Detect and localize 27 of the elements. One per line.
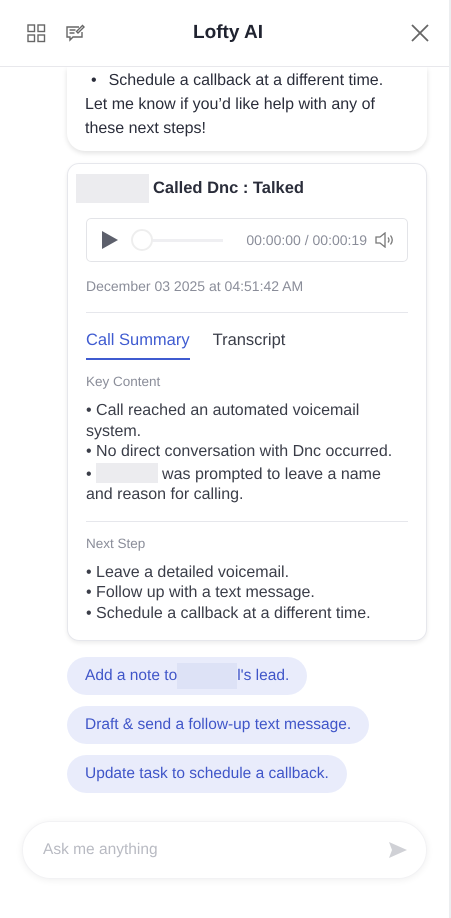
suggestion-chip[interactable]: Draft & send a follow-up text message. bbox=[67, 706, 370, 744]
tab[interactable]: Call Summary bbox=[86, 331, 190, 360]
play-icon[interactable] bbox=[101, 230, 119, 250]
section-heading: Next Step bbox=[86, 536, 146, 550]
ask-field[interactable]: Ask me anything bbox=[22, 821, 427, 879]
suggestion-chip[interactable]: Update task to schedule a callback. bbox=[67, 755, 347, 793]
note-edit-icon[interactable] bbox=[66, 24, 85, 42]
suggestion-chip[interactable]: Add a note to l's lead. bbox=[67, 657, 308, 695]
call-title: Called Dnc : Talked bbox=[153, 178, 304, 198]
bullet-item: • was prompted to leave a name and reason for calling. bbox=[86, 462, 408, 506]
section-heading: Key Content bbox=[86, 374, 162, 389]
list-item: Schedule a callback at a different time. bbox=[108, 71, 384, 91]
bullet-item: • Leave a detailed voicemail. bbox=[86, 562, 290, 582]
bullet-item: • Follow up with a text message. bbox=[86, 583, 316, 603]
bullet-item: • No direct conversation with Dnc occurred. bbox=[86, 442, 394, 462]
bullet-item: • Call reached an automated voicemail system. bbox=[86, 401, 360, 442]
bullet-mark: • bbox=[91, 71, 97, 91]
grid-icon[interactable] bbox=[27, 24, 46, 42]
close-icon[interactable] bbox=[411, 24, 429, 42]
volume-icon[interactable] bbox=[375, 232, 395, 248]
tab[interactable]: Transcript bbox=[212, 331, 286, 360]
bullet-item: • Schedule a callback at a different time. bbox=[86, 604, 372, 624]
call-date: December 03 2025 at 04:51:42 AM bbox=[86, 278, 408, 313]
window-title: Lofty AI bbox=[192, 22, 264, 44]
ask-input[interactable]: Ask me anything bbox=[41, 840, 388, 860]
playback-time: 00:00:00 / 00:00:19 bbox=[246, 232, 367, 248]
message-text: Let me know if you’d like help with any of these next steps! bbox=[85, 95, 376, 139]
